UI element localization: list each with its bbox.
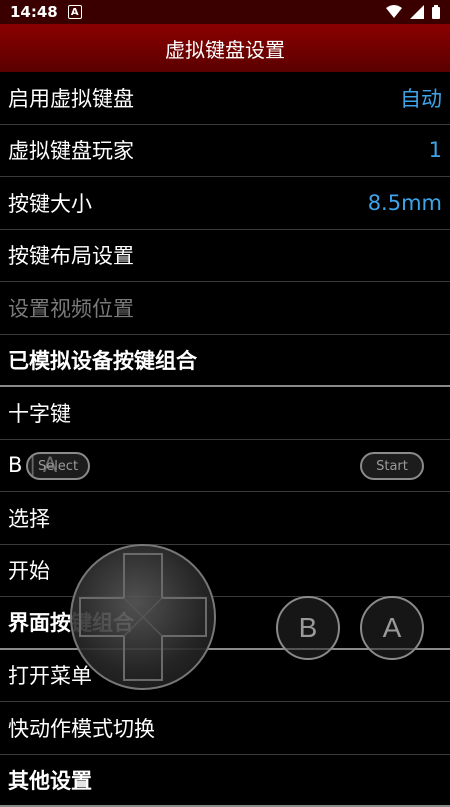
setting-label: 设置视频位置: [8, 293, 134, 323]
wifi-icon: [386, 5, 402, 19]
section-header-other: 其他设置: [0, 755, 450, 807]
settings-list: 启用虚拟键盘 自动 虚拟键盘玩家 1 按键大小 8.5mm 按键布局设置 设置视…: [0, 72, 450, 807]
status-bar: 14:48 A: [0, 0, 450, 24]
start-button[interactable]: Start: [360, 452, 424, 480]
setting-select[interactable]: 选择: [0, 492, 450, 545]
setting-enable-virtual-keyboard[interactable]: 启用虚拟键盘 自动: [0, 72, 450, 125]
select-button[interactable]: Select: [26, 452, 90, 480]
setting-start[interactable]: 开始: [0, 545, 450, 598]
setting-label: 启用虚拟键盘: [8, 83, 134, 113]
setting-label: 按键大小: [8, 188, 92, 218]
title-bar: 虚拟键盘设置: [0, 24, 450, 72]
setting-dpad[interactable]: 十字键: [0, 387, 450, 440]
status-icons: [386, 5, 440, 19]
setting-value: 8.5mm: [368, 191, 442, 215]
setting-label: 选择: [8, 503, 50, 533]
setting-value: 1: [429, 138, 442, 162]
setting-virtual-keyboard-player[interactable]: 虚拟键盘玩家 1: [0, 125, 450, 178]
setting-label: 十字键: [8, 398, 71, 428]
b-button[interactable]: B: [276, 596, 340, 660]
dpad-control[interactable]: [70, 544, 216, 690]
battery-icon: [432, 5, 440, 19]
signal-icon: [410, 5, 424, 19]
setting-button-layout[interactable]: 按键布局设置: [0, 230, 450, 283]
page-title: 虚拟键盘设置: [165, 34, 285, 63]
setting-label: 开始: [8, 555, 50, 585]
status-time: 14:48: [10, 3, 58, 21]
dpad-cross-icon: [72, 546, 214, 688]
section-label: 已模拟设备按键组合: [8, 345, 197, 375]
setting-button-size[interactable]: 按键大小 8.5mm: [0, 177, 450, 230]
setting-fast-forward-toggle[interactable]: 快动作模式切换: [0, 702, 450, 755]
setting-value: 自动: [400, 83, 442, 113]
setting-label: 虚拟键盘玩家: [8, 135, 134, 165]
a-button[interactable]: A: [360, 596, 424, 660]
section-label: 其他设置: [8, 765, 92, 795]
notification-icon: A: [68, 5, 82, 19]
setting-label: 快动作模式切换: [8, 713, 155, 743]
setting-label: 按键布局设置: [8, 240, 134, 270]
section-header-emulated-combos: 已模拟设备按键组合: [0, 335, 450, 388]
setting-video-position: 设置视频位置: [0, 282, 450, 335]
